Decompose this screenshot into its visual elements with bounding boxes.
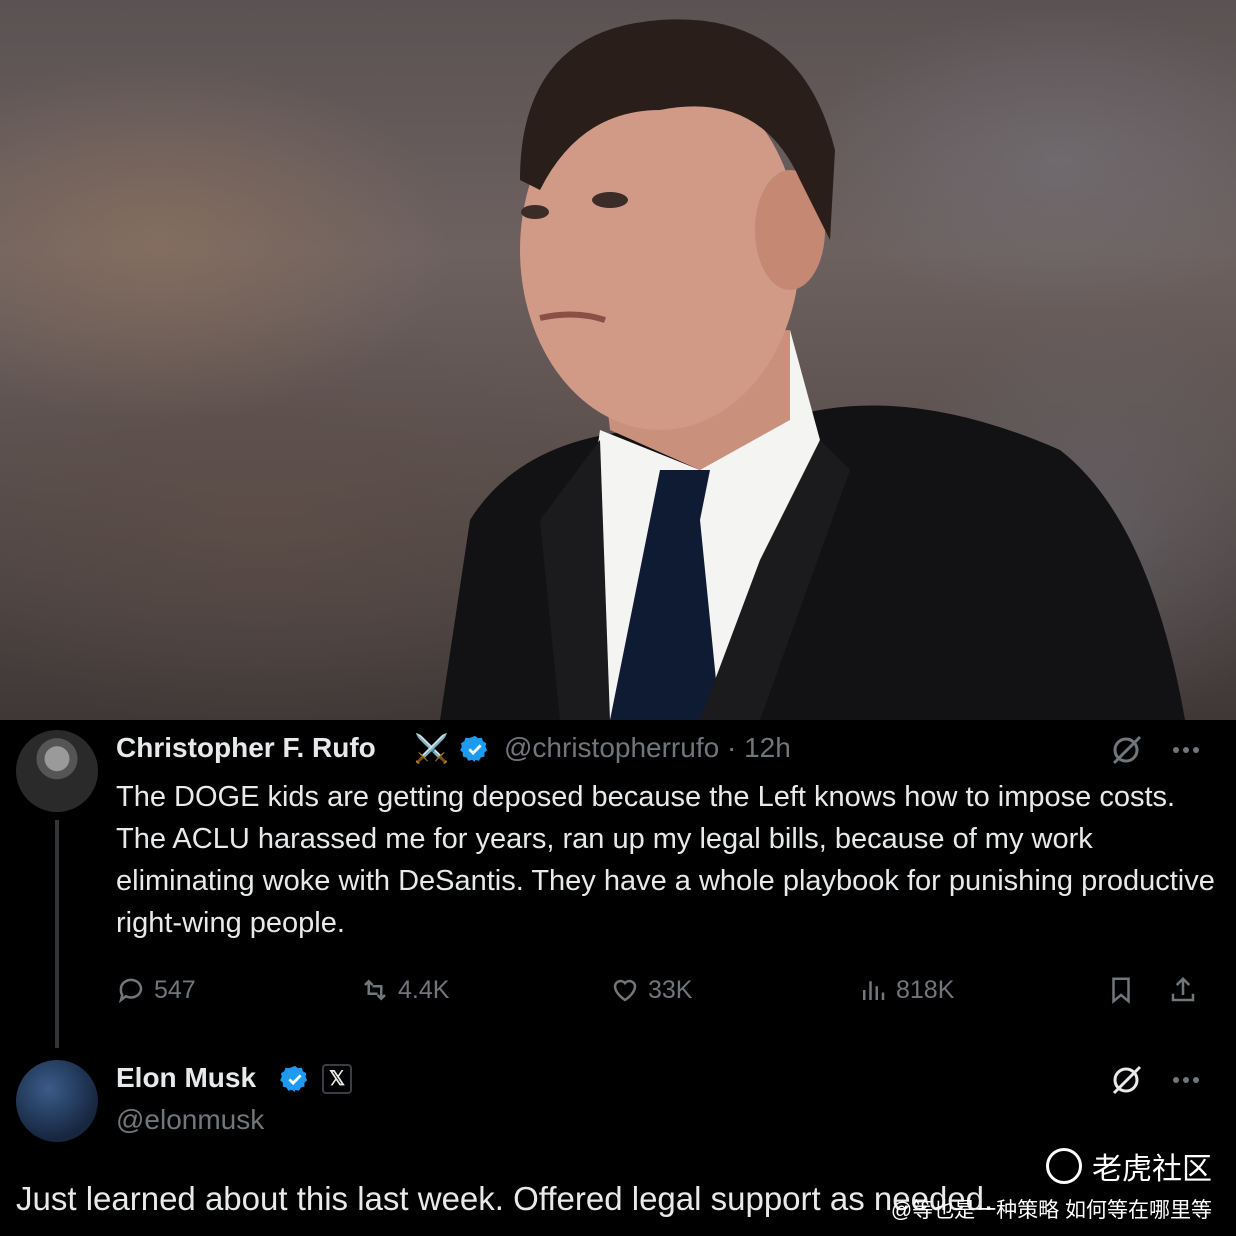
tweet-top-actions	[1108, 1062, 1208, 1098]
header-photo	[0, 0, 1236, 720]
bookmark-icon[interactable]	[1106, 975, 1136, 1005]
views-icon	[863, 981, 885, 1000]
thread-line	[55, 820, 59, 1048]
views-button[interactable]: 818K	[858, 970, 954, 1010]
reply-icon	[118, 978, 143, 1004]
repost-icon	[364, 979, 386, 1001]
repost-count: 4.4K	[398, 975, 450, 1004]
tweet-text: The DOGE kids are getting deposed becaus…	[116, 781, 1215, 939]
watermark-brand: 老虎社区	[1046, 1144, 1212, 1188]
avatar-musk[interactable]	[16, 1060, 98, 1142]
heart-icon	[613, 979, 637, 1002]
verified-badge-icon	[460, 735, 488, 763]
tiger-logo-icon	[1046, 1148, 1082, 1184]
grok-icon[interactable]	[1108, 1062, 1144, 1098]
handle-time[interactable]: @christopherrufo · 12h	[504, 732, 791, 764]
more-icon[interactable]	[1168, 1062, 1204, 1098]
repost-button[interactable]: 4.4K	[360, 970, 449, 1010]
verified-badge-icon	[280, 1065, 308, 1093]
more-icon[interactable]	[1168, 732, 1204, 768]
crossed-swords-icon: ⚔️	[414, 733, 449, 764]
tweet-top-actions	[1108, 732, 1208, 768]
watermark-author: @等也是一种策略 如何等在哪里等	[890, 1199, 1212, 1222]
author-name[interactable]: Elon Musk	[116, 1062, 256, 1094]
watermark-brand-text: 老虎社区	[1092, 1153, 1212, 1186]
author-handle[interactable]: @elonmusk	[116, 1104, 264, 1136]
reply-count: 547	[154, 975, 196, 1004]
tweet-actions: 547 4.4K 33K 818K	[116, 970, 1206, 1010]
portrait-illustration	[440, 19, 1185, 720]
like-count: 33K	[648, 975, 693, 1004]
tweet-rufo[interactable]: Christopher F. Rufo ⚔️ @christopherrufo …	[0, 720, 1236, 1050]
reply-button[interactable]: 547	[116, 970, 196, 1010]
like-button[interactable]: 33K	[610, 970, 692, 1010]
grok-icon[interactable]	[1108, 732, 1144, 768]
x-affiliation-badge: 𝕏	[322, 1064, 352, 1094]
tweet-text: Just learned about this last week. Offer…	[16, 1180, 994, 1217]
avatar-rufo[interactable]	[16, 730, 98, 812]
author-name[interactable]: Christopher F. Rufo	[116, 732, 376, 764]
share-icon[interactable]	[1168, 975, 1198, 1005]
view-count: 818K	[896, 975, 955, 1004]
